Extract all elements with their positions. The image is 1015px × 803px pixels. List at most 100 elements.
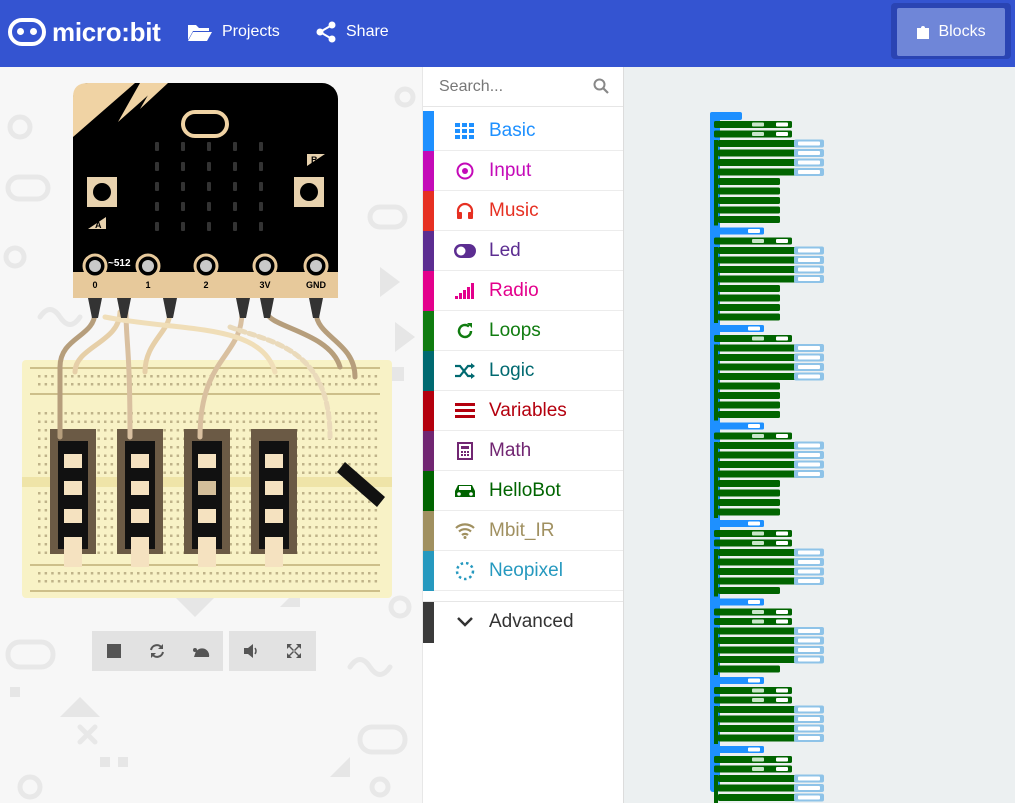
simulator-controls bbox=[92, 631, 223, 671]
microbit-logo[interactable]: micro:bit bbox=[8, 14, 161, 50]
category-label: Music bbox=[489, 199, 539, 221]
hellobot-block[interactable] bbox=[718, 392, 780, 399]
button-a-label: A bbox=[95, 220, 102, 230]
stop-button[interactable] bbox=[99, 636, 129, 666]
led-pixel bbox=[155, 182, 159, 191]
fullscreen-button[interactable] bbox=[279, 636, 309, 666]
led-pixel bbox=[181, 182, 185, 191]
led-pixel bbox=[155, 202, 159, 211]
logo-text: micro:bit bbox=[52, 16, 161, 47]
microbit-logo-icon bbox=[8, 18, 46, 46]
hellobot-block[interactable] bbox=[718, 508, 780, 516]
hellobot-block[interactable] bbox=[718, 499, 780, 506]
blocks-workspace[interactable] bbox=[624, 67, 1015, 803]
hellobot-block[interactable] bbox=[718, 480, 780, 487]
top-bar: micro:bit Projects Share Blocks bbox=[0, 0, 1015, 67]
led-pixel bbox=[259, 182, 263, 191]
hellobot-block[interactable] bbox=[718, 411, 780, 418]
share-label: Share bbox=[346, 23, 389, 40]
stop-icon bbox=[106, 644, 121, 658]
category-color-bar bbox=[423, 470, 434, 511]
mute-button[interactable] bbox=[236, 636, 266, 666]
chevron-down-icon bbox=[454, 617, 476, 627]
category-neopixel[interactable]: Neopixel bbox=[423, 550, 623, 591]
category-input[interactable]: Input bbox=[423, 150, 623, 191]
fullscreen-icon bbox=[287, 644, 302, 658]
category-label: Variables bbox=[489, 399, 567, 421]
led-pixel bbox=[233, 162, 237, 171]
hellobot-block[interactable] bbox=[718, 197, 780, 204]
category-label: Radio bbox=[489, 279, 539, 301]
hellobot-block[interactable] bbox=[718, 489, 780, 497]
share-icon bbox=[316, 21, 336, 43]
led-pixel bbox=[155, 162, 159, 171]
blocks-button[interactable]: Blocks bbox=[897, 8, 1005, 56]
projects-button[interactable]: Projects bbox=[187, 18, 280, 46]
hellobot-block[interactable] bbox=[718, 206, 780, 214]
hellobot-block[interactable] bbox=[718, 178, 780, 185]
category-logic[interactable]: Logic bbox=[423, 350, 623, 391]
category-label: Basic bbox=[489, 119, 536, 141]
category-color-bar bbox=[423, 390, 434, 431]
hellobot-block[interactable] bbox=[718, 216, 780, 223]
led-pixel bbox=[233, 222, 237, 231]
category-color-bar bbox=[423, 350, 434, 391]
pin-2-label: 2 bbox=[203, 280, 208, 290]
volume-icon bbox=[243, 644, 257, 658]
led-pixel bbox=[155, 142, 159, 151]
category-hellobot[interactable]: HelloBot bbox=[423, 470, 623, 511]
led-pixel bbox=[207, 222, 211, 231]
editor-toggle: Blocks bbox=[891, 3, 1011, 59]
category-music[interactable]: Music bbox=[423, 190, 623, 231]
shuffle-icon bbox=[454, 360, 476, 382]
hellobot-block[interactable] bbox=[718, 665, 780, 673]
hellobot-block[interactable] bbox=[718, 304, 780, 311]
toolbox-search bbox=[423, 67, 623, 107]
hellobot-block[interactable] bbox=[718, 294, 780, 302]
pin-gnd-label: GND bbox=[306, 280, 327, 290]
wifi-icon bbox=[454, 520, 476, 542]
hellobot-block[interactable] bbox=[718, 401, 780, 409]
led-pixel bbox=[233, 142, 237, 151]
puzzle-icon bbox=[917, 26, 930, 39]
category-label: Logic bbox=[489, 359, 535, 381]
hellobot-block[interactable] bbox=[718, 187, 780, 195]
category-basic[interactable]: Basic bbox=[423, 110, 623, 151]
grid-icon bbox=[454, 120, 476, 142]
category-color-bar bbox=[423, 150, 434, 191]
led-pixel bbox=[207, 202, 211, 211]
category-radio[interactable]: Radio bbox=[423, 270, 623, 311]
category-color-bar bbox=[423, 270, 434, 311]
category-math[interactable]: Math bbox=[423, 430, 623, 471]
category-label: HelloBot bbox=[489, 479, 561, 501]
led-pixel bbox=[207, 162, 211, 171]
led-pixel bbox=[259, 162, 263, 171]
category-label: Math bbox=[489, 439, 532, 461]
category-label: Loops bbox=[489, 319, 541, 341]
led-pixel bbox=[207, 182, 211, 191]
signal-bars-icon bbox=[454, 280, 476, 302]
blocks-label: Blocks bbox=[938, 23, 986, 40]
hellobot-block[interactable] bbox=[718, 382, 780, 390]
folder-open-icon bbox=[188, 25, 212, 41]
category-label: Mbit_IR bbox=[489, 519, 555, 541]
block-program bbox=[710, 112, 824, 803]
car-icon bbox=[454, 480, 476, 502]
target-icon bbox=[454, 160, 476, 182]
slow-mo-button[interactable] bbox=[186, 636, 216, 666]
category-loops[interactable]: Loops bbox=[423, 310, 623, 351]
restart-button[interactable] bbox=[142, 636, 172, 666]
share-button[interactable]: Share bbox=[315, 18, 389, 46]
hellobot-block[interactable] bbox=[718, 587, 780, 594]
hellobot-block[interactable] bbox=[718, 313, 780, 321]
pin-1-label: 1 bbox=[145, 280, 150, 290]
hellobot-block[interactable] bbox=[718, 285, 780, 292]
search-icon bbox=[593, 78, 609, 94]
advanced-toggle[interactable]: Advanced bbox=[423, 601, 623, 643]
led-pixel bbox=[181, 222, 185, 231]
category-color-bar bbox=[423, 110, 434, 151]
led-pixel bbox=[259, 142, 263, 151]
category-mbit-ir[interactable]: Mbit_IR bbox=[423, 510, 623, 551]
category-led[interactable]: Led bbox=[423, 230, 623, 271]
category-variables[interactable]: Variables bbox=[423, 390, 623, 431]
